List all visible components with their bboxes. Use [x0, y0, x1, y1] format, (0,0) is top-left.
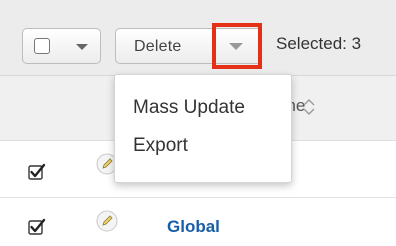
actions-dropdown-menu: Mass Update Export	[114, 74, 292, 183]
delete-split-button: Delete	[115, 28, 262, 64]
sort-icon[interactable]	[302, 96, 316, 118]
pencil-icon[interactable]	[96, 210, 118, 232]
selected-count: Selected: 3	[276, 34, 362, 53]
delete-button[interactable]: Delete	[134, 38, 181, 56]
list-toolbar: Delete Selected: 3	[0, 0, 396, 76]
chevron-down-icon	[229, 43, 243, 50]
menu-item-mass-update[interactable]: Mass Update	[115, 89, 291, 125]
menu-item-label: Mass Update	[133, 97, 245, 118]
checked-checkbox-icon[interactable]	[28, 163, 46, 181]
record-name-link[interactable]: Global	[167, 217, 220, 237]
menu-item-label: Export	[133, 135, 188, 156]
chevron-down-icon[interactable]	[76, 44, 88, 50]
menu-item-export[interactable]: Export	[115, 127, 291, 163]
actions-dropdown-button[interactable]	[213, 29, 261, 63]
table-row: Global	[0, 198, 396, 246]
checkbox-icon[interactable]	[34, 38, 50, 54]
checked-checkbox-icon[interactable]	[28, 218, 46, 236]
mass-select-dropdown[interactable]	[22, 28, 101, 64]
